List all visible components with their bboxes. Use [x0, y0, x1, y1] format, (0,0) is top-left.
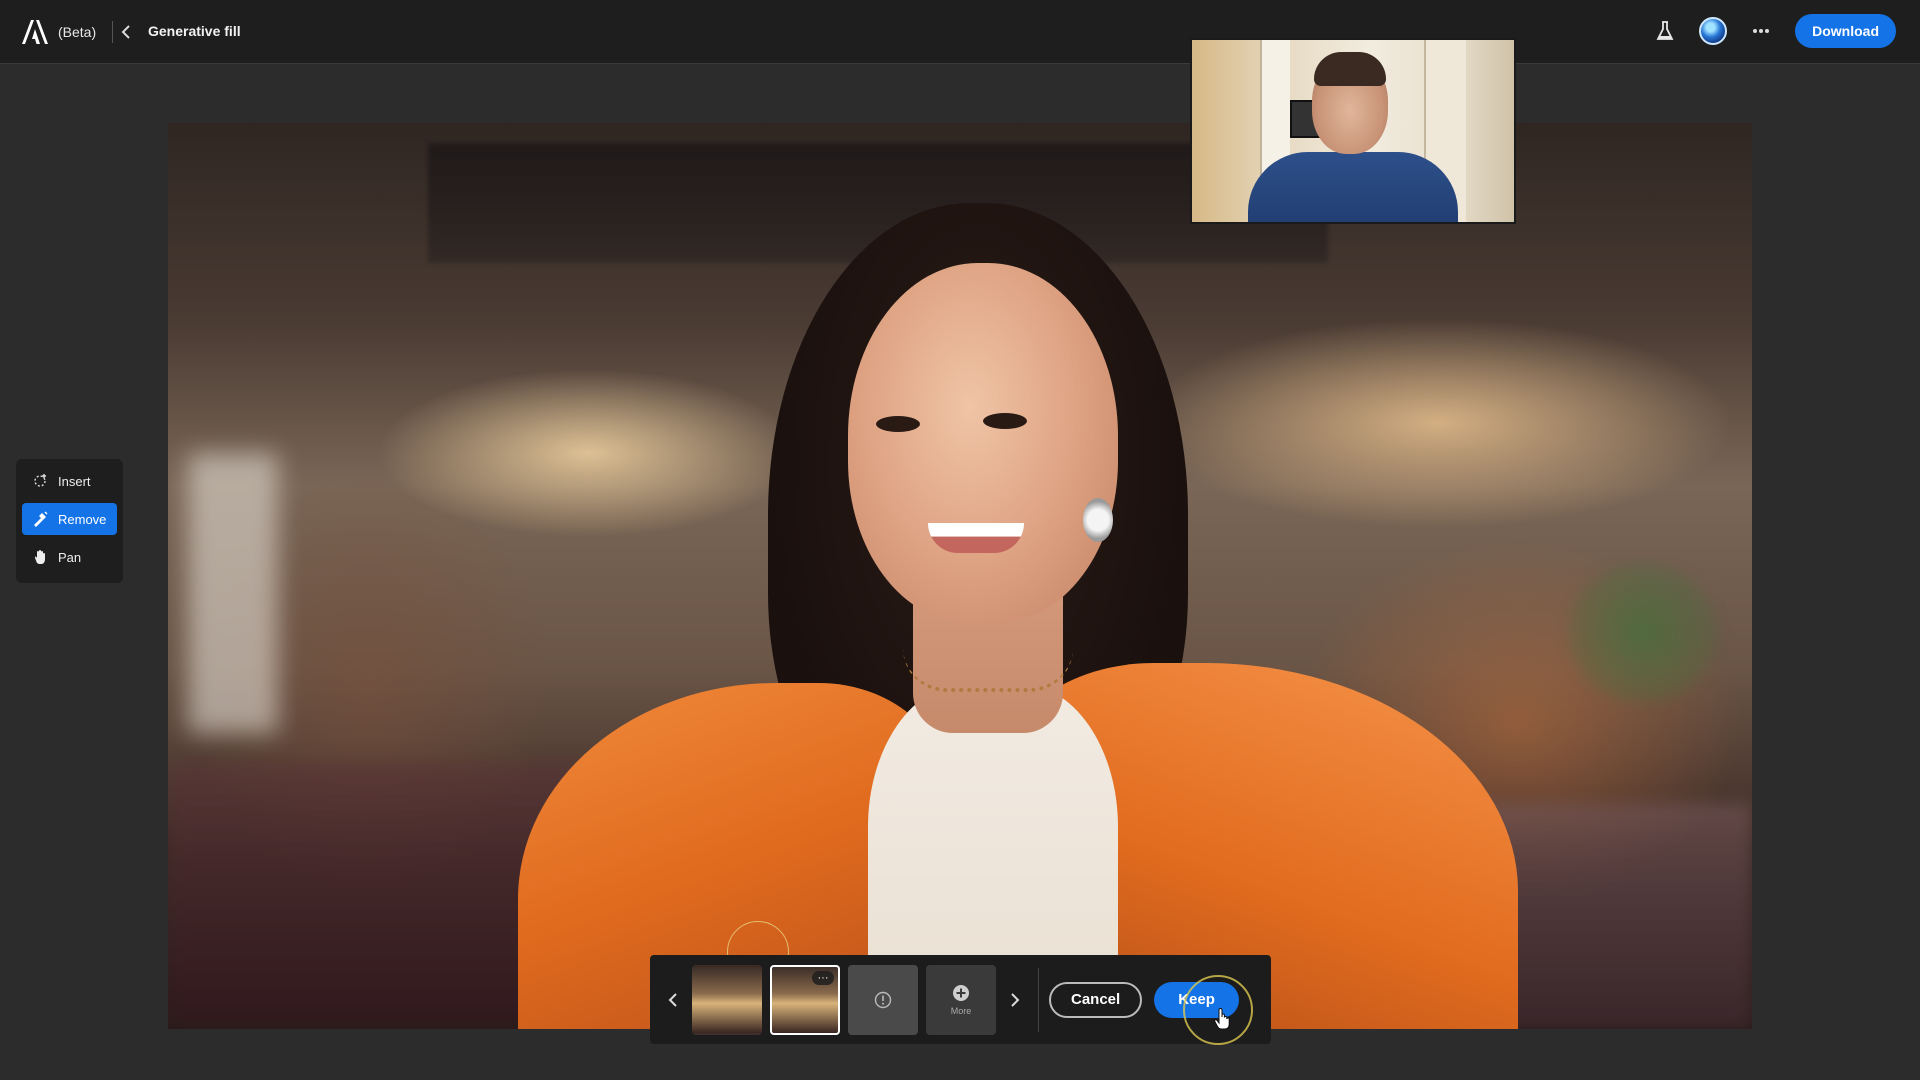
top-bar: (Beta) Generative fill Download [0, 0, 1920, 64]
generation-bar: ··· More Cancel Keep [650, 955, 1271, 1044]
next-variation-button[interactable] [1000, 980, 1030, 1020]
adobe-logo-icon [22, 20, 48, 44]
cancel-button[interactable]: Cancel [1049, 981, 1143, 1018]
variation-error-placeholder[interactable] [848, 964, 918, 1035]
page-title: Generative fill [148, 23, 241, 39]
previous-variation-button[interactable] [658, 980, 688, 1020]
topbar-actions: Download [1651, 14, 1896, 48]
subject-eye-right [983, 413, 1027, 429]
tool-remove-label: Remove [58, 511, 107, 527]
tool-insert-label: Insert [58, 473, 91, 489]
tool-remove[interactable]: Remove [22, 503, 117, 535]
generative-fill-app: (Beta) Generative fill Download Insert R… [0, 0, 1920, 1080]
more-icon [1753, 29, 1770, 33]
subject-eye-left [876, 416, 920, 432]
more-variations-label: More [950, 1005, 972, 1016]
subject-earring [1083, 498, 1113, 542]
alert-icon [874, 991, 892, 1008]
remove-icon [34, 511, 48, 527]
plus-circle-icon [953, 984, 969, 1001]
webcam-person-body [1248, 152, 1458, 222]
back-button[interactable] [116, 22, 136, 42]
more-variations-button[interactable]: More [926, 964, 996, 1035]
tool-pan[interactable]: Pan [22, 541, 117, 573]
background-plant [1568, 563, 1718, 703]
hand-pointer-cursor-icon [1214, 1008, 1230, 1030]
flask-button[interactable] [1651, 17, 1679, 45]
background-window [188, 453, 278, 733]
hand-icon [34, 550, 45, 564]
subject-face [848, 263, 1118, 623]
variation-thumbnail-selected[interactable]: ··· [770, 964, 840, 1035]
tool-insert[interactable]: Insert [22, 465, 117, 497]
insert-icon [34, 474, 46, 487]
thumbnail-more-icon[interactable]: ··· [812, 970, 834, 985]
tool-panel: Insert Remove Pan [16, 459, 123, 583]
back-chevron-icon [121, 25, 130, 39]
tool-pan-label: Pan [58, 549, 82, 565]
image-canvas[interactable] [168, 123, 1752, 1029]
brand-divider [112, 21, 114, 43]
subject-necklace [903, 648, 1073, 692]
chevron-left-icon [668, 992, 677, 1007]
chevron-right-icon [1011, 992, 1020, 1007]
beta-label: (Beta) [58, 24, 97, 40]
download-button[interactable]: Download [1795, 14, 1896, 48]
variation-thumbnail[interactable] [692, 964, 762, 1035]
genbar-divider [1038, 967, 1039, 1032]
subject-mouth [928, 523, 1024, 553]
webcam-overlay [1190, 38, 1516, 224]
flask-icon [1656, 21, 1674, 40]
brand: (Beta) [22, 20, 114, 44]
avatar[interactable] [1699, 17, 1728, 45]
more-button[interactable] [1747, 17, 1775, 45]
webcam-person-hair [1314, 52, 1386, 86]
